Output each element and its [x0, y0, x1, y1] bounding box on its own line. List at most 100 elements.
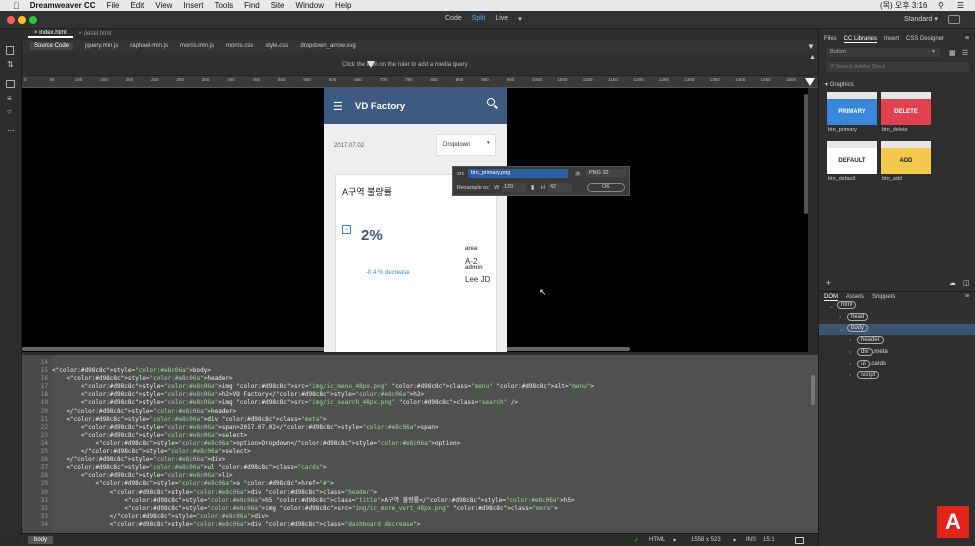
tab-snippets[interactable]: Snippets: [872, 294, 895, 300]
cloud-icon[interactable]: ☁: [949, 279, 956, 287]
code-lines[interactable]: <"color:#d98c8c">style="color:#e8c06a">b…: [52, 355, 812, 533]
stock-search[interactable]: ⚲ Search Adobe Stock: [826, 62, 969, 72]
related-file[interactable]: dropdown_arrow.svg: [300, 43, 355, 49]
ok-button[interactable]: OK: [587, 183, 625, 192]
menu-tools[interactable]: Tools: [214, 1, 233, 10]
code-line[interactable]: <"color:#d98c8c">style="color:#e8c06a">u…: [52, 464, 812, 472]
tag-selector[interactable]: body: [28, 536, 54, 544]
code-line[interactable]: <"color:#d98c8c">style="color:#e8c06a">i…: [52, 505, 812, 513]
menu-find[interactable]: Find: [244, 1, 260, 10]
src-input[interactable]: btn_primary.png: [468, 169, 568, 178]
library-graphic-btn_default[interactable]: DEFAULT: [827, 148, 877, 174]
code-line[interactable]: <"color:#d98c8c">style="color:#e8c06a">h…: [52, 375, 812, 383]
close-icon[interactable]: ×: [79, 31, 83, 37]
media-query-bar[interactable]: Click the icon on the ruler to add a med…: [22, 52, 818, 76]
preview-icon[interactable]: [795, 536, 804, 544]
spotlight-icon[interactable]: ⚲: [938, 1, 944, 10]
zoom-window-button[interactable]: [29, 16, 37, 24]
library-select[interactable]: Button ▾: [826, 48, 940, 57]
code-view[interactable]: 14 15 16 17 18 19 20 21 22 23 24 25 26 27 28 29 30 31 32 33…: [22, 355, 818, 533]
menu-insert[interactable]: Insert: [183, 1, 203, 10]
format-select[interactable]: PNG 32: [586, 169, 626, 178]
menu-site[interactable]: Site: [271, 1, 285, 10]
chevron-right-icon[interactable]: ›: [839, 315, 841, 321]
dom-node[interactable]: div .meta: [857, 347, 888, 356]
related-file[interactable]: morris.min.js: [180, 43, 214, 49]
code-line[interactable]: <"color:#d98c8c">style="color:#e8c06a">d…: [52, 489, 812, 497]
document-type[interactable]: HTML: [649, 537, 665, 543]
code-line[interactable]: </"color:#d98c8c">style="color:#e8c06a">…: [52, 408, 812, 416]
sync-icon[interactable]: [948, 15, 960, 24]
chevron-down-icon[interactable]: ▾: [733, 537, 736, 544]
code-line[interactable]: <"color:#d98c8c">style="color:#e8c06a">d…: [52, 416, 812, 424]
more-tools-icon[interactable]: ⋯: [7, 126, 15, 135]
clock[interactable]: (목) 오후 3:16: [880, 0, 927, 11]
tab-assets[interactable]: Assets: [846, 294, 864, 300]
ruler[interactable]: 0 50 100 150 200 250 300 350 400 450 500 550 600 650 7…: [22, 76, 818, 88]
related-file[interactable]: raphael-min.js: [130, 43, 168, 49]
menu-icon[interactable]: ☰: [333, 100, 343, 113]
menu-help[interactable]: Help: [335, 1, 351, 10]
app-menu[interactable]: Dreamweaver CC: [30, 1, 96, 10]
dom-node[interactable]: body: [847, 324, 869, 333]
related-file[interactable]: morris.css: [226, 43, 253, 49]
trash-icon[interactable]: ◫: [963, 279, 970, 287]
scroll-up-icon[interactable]: ▲: [809, 54, 816, 61]
code-line[interactable]: <"color:#d98c8c">style="color:#e8c06a">h…: [52, 497, 812, 505]
card[interactable]: A구역 불량률 ⌄ 2% -0.4 % decrease area A-2 ad…: [335, 174, 497, 352]
live-view-button[interactable]: Live: [495, 15, 508, 23]
apple-icon[interactable]: : [13, 1, 20, 11]
check-icon[interactable]: ✓: [634, 537, 639, 544]
library-graphic-btn_add[interactable]: ADD: [881, 148, 931, 174]
tab-files[interactable]: Files: [824, 36, 837, 43]
code-line[interactable]: [52, 359, 812, 367]
close-window-button[interactable]: [7, 16, 15, 24]
format-source-icon[interactable]: ≡: [7, 94, 12, 103]
notification-icon[interactable]: ☰: [957, 1, 964, 10]
dom-node[interactable]: script: [857, 371, 880, 380]
code-line[interactable]: <"color:#d98c8c">style="color:#e8c06a">i…: [52, 399, 812, 407]
chevron-down-icon[interactable]: ▾: [673, 537, 676, 544]
related-file-source-code[interactable]: Source Code: [30, 42, 74, 50]
chevron-down-icon[interactable]: ⌄: [839, 326, 844, 333]
tab-detail-html[interactable]: × detail.html: [73, 31, 118, 37]
graphics-section-header[interactable]: ▾ Graphics: [825, 81, 854, 88]
tab-index-html[interactable]: × index.html: [28, 30, 73, 38]
live-view-scrollbar[interactable]: [804, 94, 808, 214]
live-view-options-icon[interactable]: [6, 80, 15, 88]
dom-node[interactable]: html: [837, 301, 857, 309]
code-line[interactable]: </"color:#d98c8c">style="color:#e8c06a">…: [52, 513, 812, 521]
width-input[interactable]: 120: [502, 183, 526, 192]
panel-menu-icon[interactable]: ≡: [965, 293, 969, 300]
chevron-right-icon[interactable]: ›: [849, 338, 851, 344]
tab-cc-libraries[interactable]: CC Libraries: [843, 36, 878, 43]
grid-view-icon[interactable]: ▦: [949, 49, 956, 57]
workspace-switcher[interactable]: Standard: [904, 16, 932, 23]
panel-menu-icon[interactable]: ≡: [965, 35, 969, 42]
code-line[interactable]: </"color:#d98c8c">style="color:#e8c06a">…: [52, 448, 812, 456]
tab-insert[interactable]: Insert: [884, 36, 899, 43]
code-line[interactable]: </"color:#d98c8c">style="color:#e8c06a">…: [52, 456, 812, 464]
chevron-down-icon[interactable]: ▾: [934, 16, 938, 23]
chevron-down-icon[interactable]: ⌄: [829, 303, 834, 310]
menu-file[interactable]: File: [107, 1, 120, 10]
menu-edit[interactable]: Edit: [130, 1, 144, 10]
code-line[interactable]: <"color:#d98c8c">style="color:#e8c06a">a…: [52, 480, 812, 488]
close-icon[interactable]: ×: [34, 30, 38, 36]
code-line[interactable]: <"color:#d98c8c">style="color:#e8c06a">b…: [52, 367, 812, 375]
list-view-icon[interactable]: ☰: [962, 49, 968, 57]
code-line[interactable]: <"color:#d98c8c">style="color:#e8c06a">i…: [52, 383, 812, 391]
code-line[interactable]: <"color:#d98c8c">style="color:#e8c06a">l…: [52, 472, 812, 480]
code-line[interactable]: <"color:#d98c8c">style="color:#e8c06a">s…: [52, 424, 812, 432]
window-size[interactable]: 1558 x 523: [691, 537, 721, 543]
menu-window[interactable]: Window: [296, 1, 324, 10]
file-manage-icon[interactable]: ⇅: [7, 60, 14, 69]
library-graphic-btn_primary[interactable]: PRIMARY: [827, 99, 877, 125]
chevron-down-icon[interactable]: ▾: [518, 15, 522, 23]
apply-comment-icon[interactable]: ○: [7, 107, 12, 116]
library-graphic-btn_delete[interactable]: DELETE: [881, 99, 931, 125]
dom-node[interactable]: header: [857, 336, 884, 345]
menu-view[interactable]: View: [155, 1, 172, 10]
code-scrollbar[interactable]: [811, 375, 815, 405]
minimize-window-button[interactable]: [18, 16, 26, 24]
